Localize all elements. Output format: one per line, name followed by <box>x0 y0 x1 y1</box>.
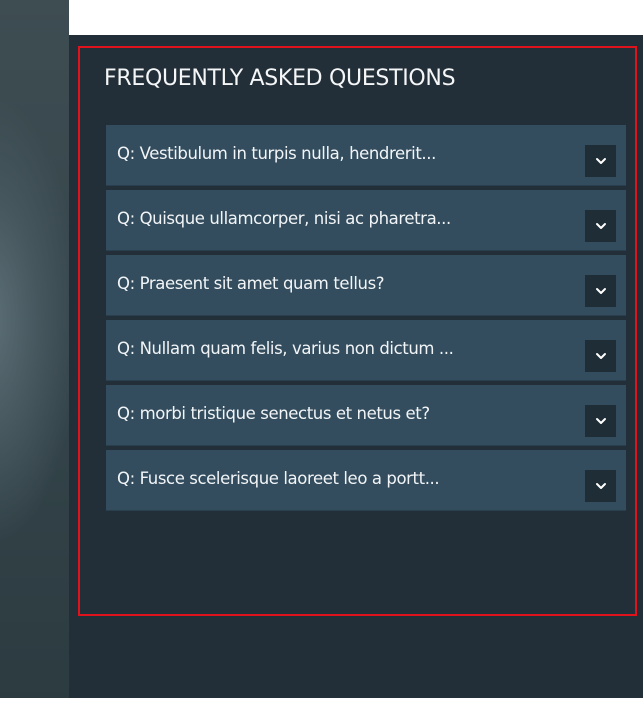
faq-question[interactable]: Q: Vestibulum in turpis nulla, hendrerit… <box>117 144 436 163</box>
hero-background-image <box>0 0 69 706</box>
faq-question[interactable]: Q: Nullam quam felis, varius non dictum … <box>117 339 454 358</box>
faq-question[interactable]: Q: Praesent sit amet quam tellus? <box>117 274 385 293</box>
chevron-down-icon <box>595 353 606 359</box>
faq-toggle-button[interactable] <box>585 145 616 177</box>
faq-toggle-button[interactable] <box>585 340 616 372</box>
faq-item[interactable]: Q: Praesent sit amet quam tellus? <box>106 255 626 316</box>
page: FREQUENTLY ASKED QUESTIONS Q: Vestibulum… <box>0 0 643 706</box>
faq-title: FREQUENTLY ASKED QUESTIONS <box>104 66 456 91</box>
chevron-down-icon <box>595 158 606 164</box>
faq-item[interactable]: Q: Nullam quam felis, varius non dictum … <box>106 320 626 381</box>
faq-list: Q: Vestibulum in turpis nulla, hendrerit… <box>106 125 626 515</box>
chevron-down-icon <box>595 483 606 489</box>
faq-question[interactable]: Q: Quisque ullamcorper, nisi ac pharetra… <box>117 209 451 228</box>
faq-item[interactable]: Q: Fusce scelerisque laoreet leo a portt… <box>106 450 626 511</box>
faq-question[interactable]: Q: Fusce scelerisque laoreet leo a portt… <box>117 469 440 488</box>
top-spacer <box>69 0 643 35</box>
bottom-spacer <box>0 698 643 706</box>
faq-item[interactable]: Q: Vestibulum in turpis nulla, hendrerit… <box>106 125 626 186</box>
faq-item[interactable]: Q: Quisque ullamcorper, nisi ac pharetra… <box>106 190 626 251</box>
faq-toggle-button[interactable] <box>585 210 616 242</box>
chevron-down-icon <box>595 418 606 424</box>
faq-toggle-button[interactable] <box>585 470 616 502</box>
faq-item[interactable]: Q: morbi tristique senectus et netus et? <box>106 385 626 446</box>
chevron-down-icon <box>595 223 606 229</box>
chevron-down-icon <box>595 288 606 294</box>
faq-question[interactable]: Q: morbi tristique senectus et netus et? <box>117 404 430 423</box>
faq-toggle-button[interactable] <box>585 275 616 307</box>
faq-toggle-button[interactable] <box>585 405 616 437</box>
